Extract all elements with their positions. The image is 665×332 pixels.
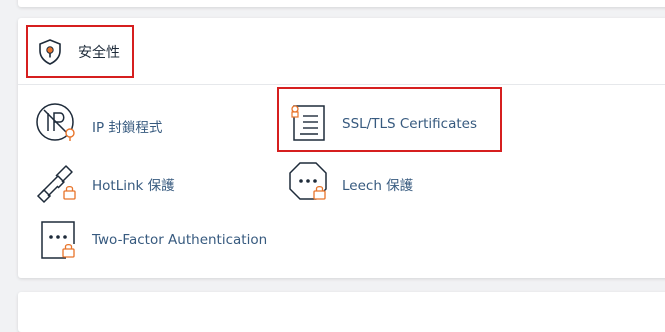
previous-panel bbox=[18, 0, 665, 7]
highlight-box-ssl bbox=[277, 87, 502, 152]
next-panel bbox=[18, 292, 665, 332]
section-divider bbox=[18, 84, 665, 85]
two-factor-authentication-label: Two-Factor Authentication bbox=[92, 232, 268, 248]
two-factor-icon bbox=[38, 218, 80, 264]
hotlink-chain-icon bbox=[34, 158, 80, 208]
highlight-box-header bbox=[26, 25, 134, 78]
hotlink-protection-label: HotLink 保護 bbox=[92, 178, 175, 194]
leech-octagon-icon bbox=[286, 159, 330, 207]
leech-protection-label: Leech 保護 bbox=[342, 178, 414, 194]
ip-blocker-label: IP 封鎖程式 bbox=[92, 120, 163, 136]
ip-blocker-icon bbox=[34, 100, 80, 150]
hotlink-protection-link[interactable]: HotLink 保護 bbox=[34, 158, 234, 204]
leech-protection-link[interactable]: Leech 保護 bbox=[284, 158, 484, 204]
two-factor-authentication-link[interactable]: Two-Factor Authentication bbox=[34, 216, 274, 262]
ip-blocker-link[interactable]: IP 封鎖程式 bbox=[34, 100, 234, 146]
